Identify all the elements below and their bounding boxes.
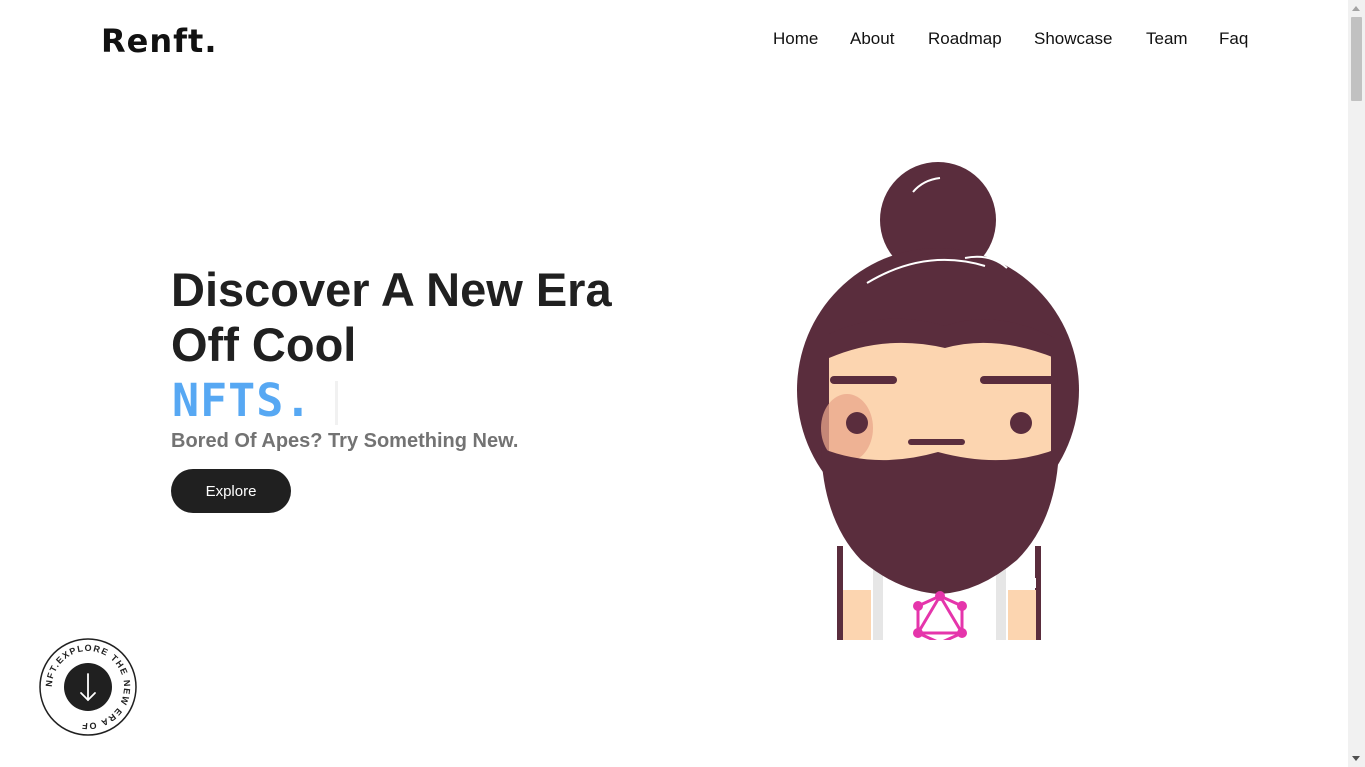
page-scrollbar[interactable]: [1348, 0, 1365, 767]
nav-item-showcase[interactable]: Showcase: [1034, 29, 1112, 49]
explore-scroll-badge[interactable]: NFT.EXPLORE THE NEW ERA OF: [38, 637, 138, 737]
typewriter-caret: [335, 381, 338, 425]
nav-item-about[interactable]: About: [850, 29, 894, 49]
scroll-up-arrow-icon[interactable]: [1352, 6, 1360, 11]
nav-item-roadmap[interactable]: Roadmap: [928, 29, 1002, 49]
brand-logo[interactable]: Renft.: [101, 22, 218, 60]
scroll-down-arrow-icon[interactable]: [1352, 756, 1360, 761]
hero-subtitle: Bored Of Apes? Try Something New.: [171, 430, 519, 452]
hero-title-line2: Off Cool: [171, 318, 357, 371]
scrollbar-thumb[interactable]: [1351, 17, 1362, 101]
nav-item-team[interactable]: Team: [1146, 29, 1188, 49]
nav-item-home[interactable]: Home: [773, 29, 818, 49]
nav-item-faq[interactable]: Faq: [1219, 29, 1248, 49]
hero-title: Discover A New Era Off Cool: [171, 262, 612, 372]
typewriter-text: NFTS.: [172, 374, 313, 427]
hero-title-line1: Discover A New Era: [171, 263, 612, 316]
explore-button[interactable]: Explore: [171, 469, 291, 513]
nft-avatar-illustration: [797, 162, 1079, 640]
